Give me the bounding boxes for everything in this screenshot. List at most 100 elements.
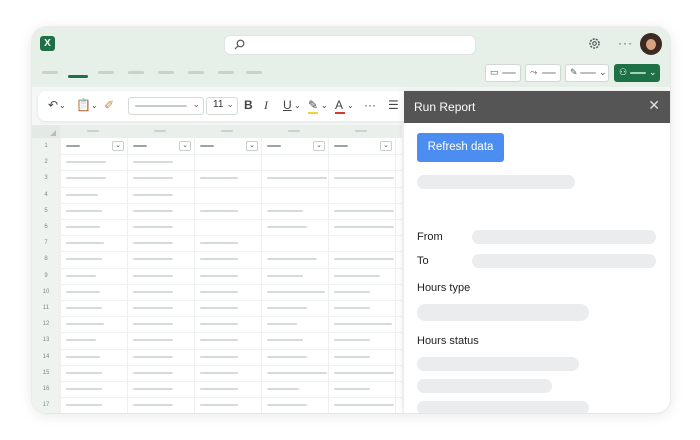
editing-button[interactable]: ✎ ⌄ xyxy=(565,64,609,82)
underline-button[interactable]: U xyxy=(283,98,292,112)
share-icon: ⤳ xyxy=(530,67,538,77)
row-number[interactable]: 7 xyxy=(32,240,60,246)
ribbon-tab[interactable] xyxy=(42,71,58,74)
cell-placeholder xyxy=(200,242,238,245)
ribbon-tab-active[interactable] xyxy=(68,75,88,78)
chevron-down-icon[interactable]: ⌄ xyxy=(294,101,301,110)
cell-placeholder xyxy=(267,209,303,212)
close-icon[interactable]: ✕ xyxy=(648,97,660,114)
comments-button[interactable]: ▭ xyxy=(485,64,521,82)
paste-icon[interactable]: 📋 xyxy=(76,98,91,112)
cell-placeholder xyxy=(133,193,173,196)
edit-icon: ✎ xyxy=(570,67,578,77)
chevron-down-icon[interactable]: ⌄ xyxy=(59,101,66,110)
filter-dropdown-icon[interactable]: ⌄ xyxy=(246,141,258,151)
cell-placeholder xyxy=(133,339,173,342)
user-icon: ⚇ xyxy=(619,67,628,77)
row-number[interactable]: 9 xyxy=(32,273,60,279)
chevron-down-icon[interactable]: ⌄ xyxy=(321,101,328,110)
highlight-icon[interactable]: ✎ xyxy=(308,98,318,112)
spreadsheet-grid[interactable]: 1 2 3 4 5 6 7 8 9 10 11 12 13 14 15 16 17 ⌄ ⌄ ⌄ ⌄ ⌄ xyxy=(32,125,402,413)
cell-placeholder xyxy=(334,209,394,212)
row-number[interactable]: 8 xyxy=(32,256,60,262)
row-number[interactable]: 11 xyxy=(32,305,60,311)
row-number[interactable]: 12 xyxy=(32,321,60,327)
more-icon[interactable]: ··· xyxy=(618,36,633,50)
cell-placeholder xyxy=(267,371,327,374)
format-painter-icon[interactable]: ✐ xyxy=(104,98,114,112)
font-color-button[interactable]: A xyxy=(335,98,343,112)
filter-dropdown-icon[interactable]: ⌄ xyxy=(179,141,191,151)
chevron-down-icon[interactable]: ⌄ xyxy=(347,101,354,110)
hours-status-option[interactable] xyxy=(417,379,552,393)
list-icon[interactable]: ☰ xyxy=(388,98,399,112)
chevron-down-icon[interactable]: ⌄ xyxy=(91,101,98,110)
row-number[interactable]: 3 xyxy=(32,175,60,181)
row-number[interactable]: 14 xyxy=(32,354,60,360)
filter-dropdown-icon[interactable]: ⌄ xyxy=(380,141,392,151)
filter-dropdown-icon[interactable]: ⌄ xyxy=(112,141,124,151)
ribbon-tab[interactable] xyxy=(218,71,234,74)
ribbon-tab[interactable] xyxy=(128,71,144,74)
row-number[interactable]: 15 xyxy=(32,370,60,376)
chevron-down-icon: ⌄ xyxy=(192,99,200,109)
row-number[interactable]: 10 xyxy=(32,289,60,295)
row-number[interactable]: 6 xyxy=(32,224,60,230)
collaborate-button[interactable]: ⚇ ⌄ xyxy=(614,64,660,82)
avatar[interactable] xyxy=(640,33,662,55)
row-number[interactable]: 17 xyxy=(32,402,60,408)
ribbon-tab[interactable] xyxy=(246,71,262,74)
select-all-corner[interactable] xyxy=(32,125,60,138)
search-icon xyxy=(234,39,245,50)
refresh-data-button[interactable]: Refresh data xyxy=(417,133,504,162)
cell-placeholder xyxy=(267,177,327,180)
cell-placeholder xyxy=(267,274,303,277)
cell-placeholder xyxy=(200,404,238,407)
hours-status-option[interactable] xyxy=(417,357,579,371)
cell-placeholder xyxy=(334,258,394,261)
ribbon-tab[interactable] xyxy=(158,71,174,74)
font-size-dropdown[interactable]: 11 ⌄ xyxy=(206,97,238,115)
hours-status-option[interactable] xyxy=(417,401,589,413)
italic-button[interactable]: I xyxy=(264,98,268,113)
font-family-dropdown[interactable]: ⌄ xyxy=(128,97,204,115)
filter-dropdown-icon[interactable]: ⌄ xyxy=(313,141,325,151)
row-number[interactable]: 1 xyxy=(32,143,60,149)
cell-placeholder xyxy=(66,307,102,309)
cell-placeholder xyxy=(267,323,297,326)
row-number[interactable]: 16 xyxy=(32,386,60,392)
cell-placeholder xyxy=(200,209,238,212)
cell-placeholder xyxy=(200,258,238,261)
cell-placeholder xyxy=(200,307,238,309)
search-box[interactable] xyxy=(224,35,476,55)
hours-type-field[interactable] xyxy=(417,304,589,321)
row-number[interactable]: 4 xyxy=(32,192,60,198)
cell-placeholder xyxy=(334,323,392,326)
ribbon-tab[interactable] xyxy=(188,71,204,74)
gear-icon[interactable] xyxy=(588,37,601,50)
more-options-button[interactable]: ··· xyxy=(364,98,376,112)
cell-placeholder xyxy=(334,388,370,390)
cell-placeholder xyxy=(133,274,173,277)
cell-placeholder xyxy=(133,404,173,407)
cell-placeholder xyxy=(200,371,238,374)
row-number[interactable]: 5 xyxy=(32,208,60,214)
cell-placeholder xyxy=(66,242,104,245)
cell-placeholder xyxy=(66,323,104,326)
cell-placeholder xyxy=(267,258,317,261)
row-number[interactable]: 2 xyxy=(32,159,60,165)
ribbon-tab[interactable] xyxy=(98,71,114,74)
formatting-toolbar: ↶ ⌄ 📋 ⌄ ✐ ⌄ 11 ⌄ B I U ⌄ ✎ ⌄ A ⌄ ··· ☰ xyxy=(38,91,458,121)
to-field[interactable] xyxy=(472,254,656,268)
cell-placeholder xyxy=(267,388,299,390)
cell-placeholder xyxy=(200,388,238,390)
share-button[interactable]: ⤳ xyxy=(525,64,561,82)
cell-placeholder xyxy=(334,339,370,342)
undo-icon[interactable]: ↶ xyxy=(48,98,58,112)
excel-logo-icon: X xyxy=(40,36,55,51)
bold-button[interactable]: B xyxy=(244,98,253,112)
cell-placeholder xyxy=(133,177,173,180)
cell-placeholder xyxy=(66,388,102,390)
row-number[interactable]: 13 xyxy=(32,337,60,343)
from-field[interactable] xyxy=(472,230,656,244)
